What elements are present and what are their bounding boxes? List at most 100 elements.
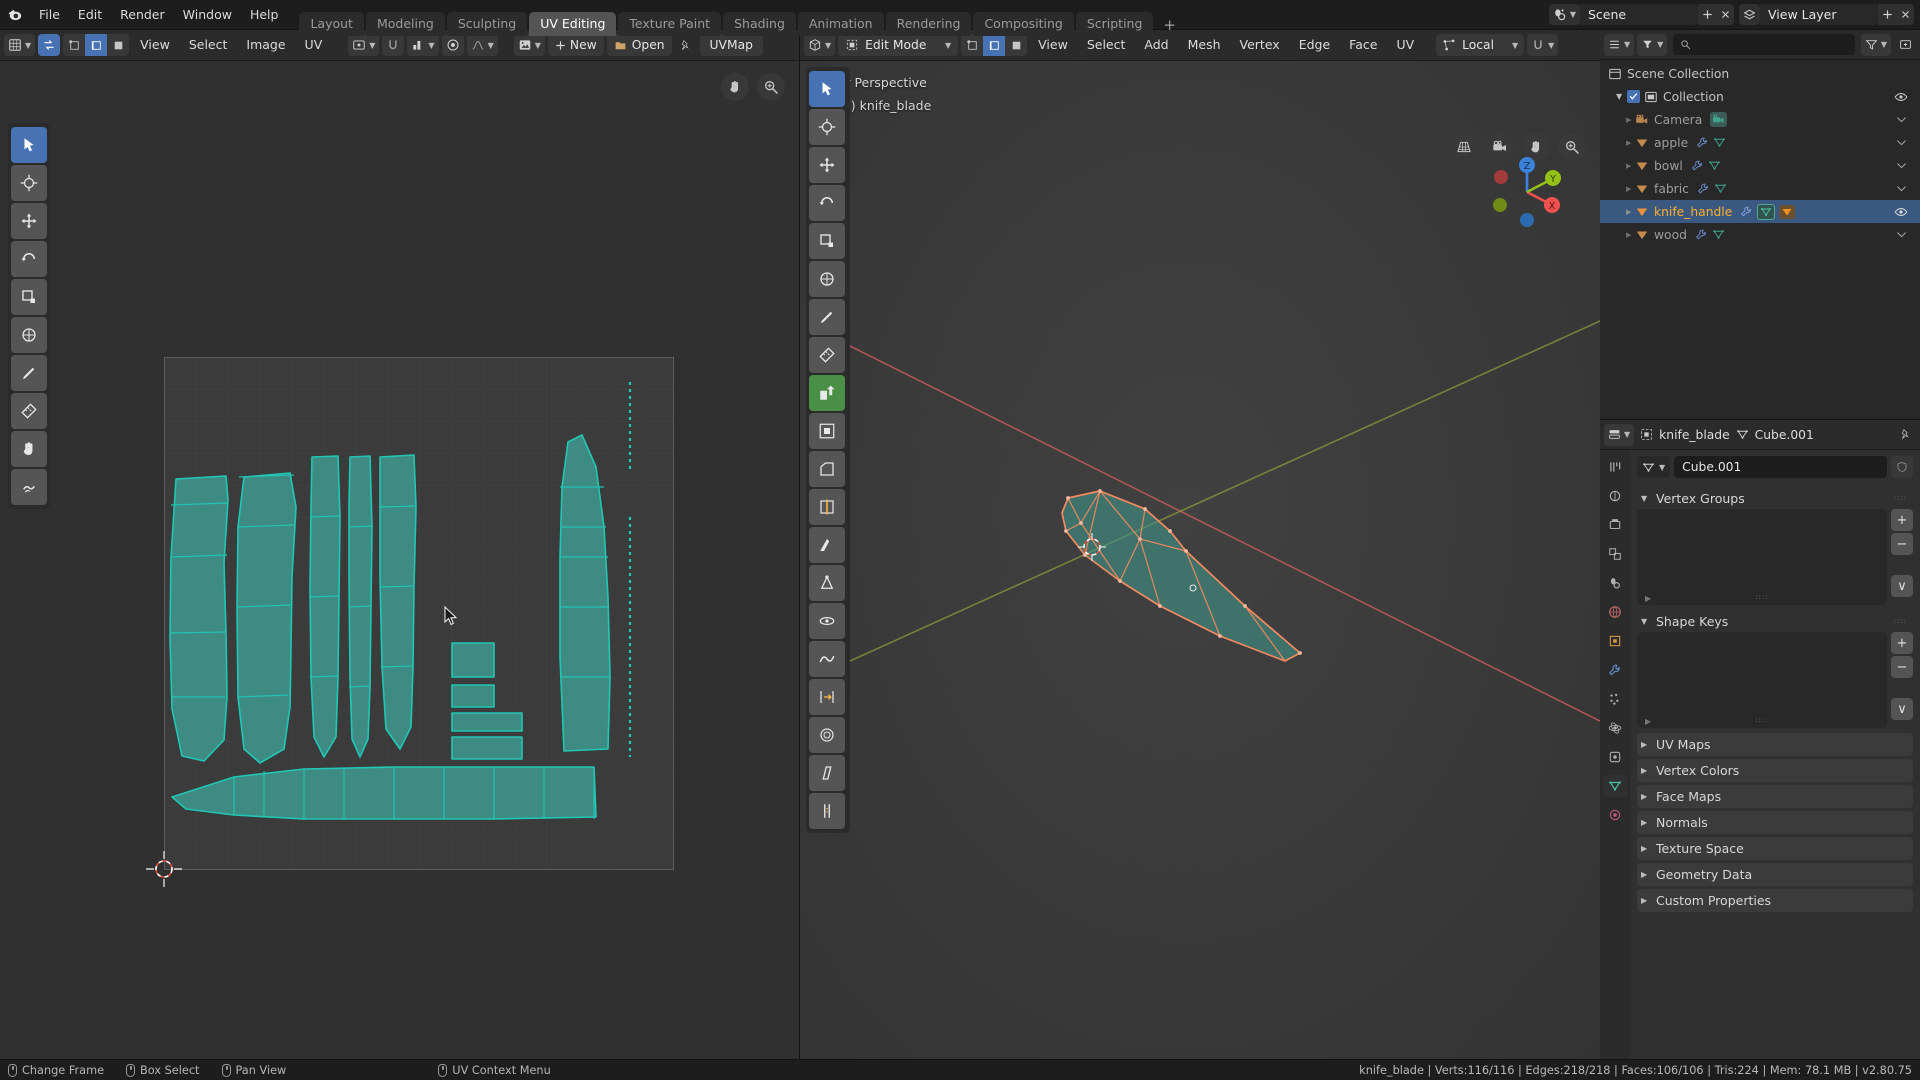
scene-selector[interactable]: ▼ Scene: [1548, 4, 1734, 25]
view-layer-icon[interactable]: [1739, 4, 1760, 25]
tab-tool[interactable]: [1603, 456, 1627, 478]
tool-move[interactable]: [11, 203, 47, 239]
modifier-icon[interactable]: [1697, 182, 1710, 195]
mesh-select-mode-group[interactable]: [961, 34, 1028, 56]
disclosure-triangle-icon[interactable]: ▶: [1641, 818, 1650, 827]
tool-cursor-3d[interactable]: [11, 165, 47, 201]
vertex-groups-header[interactable]: ▼ Vertex Groups ::::: [1637, 487, 1913, 509]
view-layer-name-field[interactable]: View Layer: [1760, 4, 1878, 25]
proportional-falloff-icon[interactable]: ▼: [466, 34, 498, 56]
expand-chevron-icon[interactable]: [1895, 182, 1908, 195]
disclosure-triangle-icon[interactable]: ▶: [1626, 116, 1635, 124]
remove-view-layer-icon[interactable]: [1896, 4, 1914, 25]
add-shape-key-button[interactable]: +: [1891, 632, 1913, 654]
outliner-row-scene-collection[interactable]: Scene Collection: [1600, 62, 1920, 85]
outliner-row-camera[interactable]: ▶ Camera: [1600, 108, 1920, 131]
add-vertex-group-button[interactable]: +: [1891, 509, 1913, 531]
tool-scale[interactable]: [11, 279, 47, 315]
collection-checkbox[interactable]: [1627, 90, 1640, 103]
uv-menu-view[interactable]: View: [132, 34, 178, 56]
snap-target-icon[interactable]: ▼: [407, 34, 439, 56]
mesh-data-icon[interactable]: [1757, 203, 1776, 220]
tool-transform[interactable]: [11, 317, 47, 353]
outliner-row-knife-handle[interactable]: ▶ knife_handle: [1600, 200, 1920, 223]
tab-modeling[interactable]: Modeling: [365, 11, 445, 36]
tool-tweak-select-box[interactable]: [11, 127, 47, 163]
outliner-tree[interactable]: Scene Collection ▼ Collection ▶ Camera ▶…: [1600, 60, 1920, 419]
mesh-data-icon[interactable]: ▼: [1637, 456, 1671, 478]
mesh-data-icon[interactable]: [1713, 136, 1726, 149]
outliner-row-bowl[interactable]: ▶ bowl: [1600, 154, 1920, 177]
uv-menu-select[interactable]: Select: [181, 34, 236, 56]
vertex-select-icon[interactable]: [63, 34, 85, 56]
expand-chevron-icon[interactable]: [1895, 136, 1908, 149]
uv-select-mode-group[interactable]: [63, 34, 130, 56]
outliner-display-mode-icon[interactable]: ▼: [1604, 33, 1635, 56]
transform-orientation-selector[interactable]: Local ▼: [1436, 34, 1525, 56]
section-texture-space[interactable]: ▶ Texture Space: [1637, 837, 1913, 860]
shape-keys-list[interactable]: :::: ▶: [1637, 632, 1887, 728]
vp-menu-view[interactable]: View: [1030, 34, 1076, 56]
face-select-icon[interactable]: [107, 34, 129, 56]
modifier-icon[interactable]: [1695, 228, 1708, 241]
snap-magnet-icon[interactable]: [382, 34, 405, 56]
scene-name-field[interactable]: Scene: [1580, 4, 1698, 25]
visibility-eye-icon[interactable]: [1894, 90, 1908, 104]
add-workspace-button[interactable]: +: [1155, 16, 1184, 34]
tab-world[interactable]: [1603, 601, 1627, 623]
disclosure-triangle-icon[interactable]: ▶: [1641, 766, 1650, 775]
edge-select-icon[interactable]: [85, 34, 108, 56]
disclosure-triangle-icon[interactable]: ▼: [1641, 494, 1650, 503]
image-datablock-icon[interactable]: ▼: [513, 34, 545, 56]
3d-viewport[interactable]: User Perspective (181) knife_blade Z Y X: [800, 61, 1600, 1059]
menu-render[interactable]: Render: [111, 4, 174, 26]
vertex-select-icon[interactable]: [961, 34, 983, 56]
visibility-eye-icon[interactable]: [1894, 205, 1908, 219]
mesh-data-icon[interactable]: [1712, 228, 1725, 241]
vertex-groups-list[interactable]: :::: ▶: [1637, 509, 1887, 605]
knife-blade-mesh[interactable]: [1061, 489, 1302, 662]
disclosure-triangle-icon[interactable]: ▶: [1641, 740, 1650, 749]
remove-shape-key-button[interactable]: −: [1891, 656, 1913, 678]
mesh-data-icon[interactable]: [1714, 182, 1727, 195]
tab-rendering[interactable]: Rendering: [885, 11, 972, 36]
uvmap-label[interactable]: UVMap: [699, 34, 763, 56]
remove-vertex-group-button[interactable]: −: [1891, 533, 1913, 555]
tab-layout[interactable]: Layout: [299, 11, 364, 36]
vp-menu-edge[interactable]: Edge: [1291, 34, 1338, 56]
new-collection-icon[interactable]: [1894, 34, 1916, 56]
scene-icon[interactable]: ▼: [1548, 4, 1580, 25]
tool-rotate[interactable]: [11, 241, 47, 277]
tab-material[interactable]: [1603, 804, 1627, 826]
section-uv-maps[interactable]: ▶ UV Maps: [1637, 733, 1913, 756]
tab-physics[interactable]: [1603, 717, 1627, 739]
expand-chevron-icon[interactable]: [1895, 113, 1908, 126]
disclosure-triangle-icon[interactable]: ▼: [1616, 92, 1625, 101]
outliner-row-collection[interactable]: ▼ Collection: [1600, 85, 1920, 108]
tab-render[interactable]: [1603, 485, 1627, 507]
shape-key-specials-button[interactable]: ∨: [1891, 698, 1913, 720]
camera-data-icon[interactable]: [1710, 112, 1728, 127]
tab-scripting[interactable]: Scripting: [1075, 11, 1154, 36]
tool-annotate[interactable]: [11, 355, 47, 391]
3d-viewport-type-button[interactable]: ▼: [804, 34, 836, 56]
zoom-icon[interactable]: [757, 73, 785, 101]
tab-constraints[interactable]: [1603, 746, 1627, 768]
disclosure-triangle-icon[interactable]: ▶: [1626, 208, 1635, 216]
shape-keys-header[interactable]: ▼ Shape Keys ::::: [1637, 610, 1913, 632]
face-select-icon[interactable]: [1005, 34, 1027, 56]
fake-user-shield-icon[interactable]: [1891, 456, 1913, 478]
tab-sculpting[interactable]: Sculpting: [446, 11, 528, 36]
expand-chevron-icon[interactable]: [1895, 228, 1908, 241]
mesh-object-icon[interactable]: [1779, 204, 1796, 219]
vp-menu-mesh[interactable]: Mesh: [1180, 34, 1229, 56]
modifier-icon[interactable]: [1740, 205, 1753, 218]
vp-menu-select[interactable]: Select: [1079, 34, 1134, 56]
proportional-edit-icon[interactable]: [441, 34, 464, 56]
expand-chevron-icon[interactable]: [1895, 159, 1908, 172]
breadcrumb-data-name[interactable]: Cube.001: [1755, 428, 1814, 442]
tool-grab-brush[interactable]: [11, 431, 47, 467]
uv-canvas[interactable]: [0, 61, 799, 1059]
modifier-icon[interactable]: [1696, 136, 1709, 149]
vp-menu-vertex[interactable]: Vertex: [1232, 34, 1288, 56]
